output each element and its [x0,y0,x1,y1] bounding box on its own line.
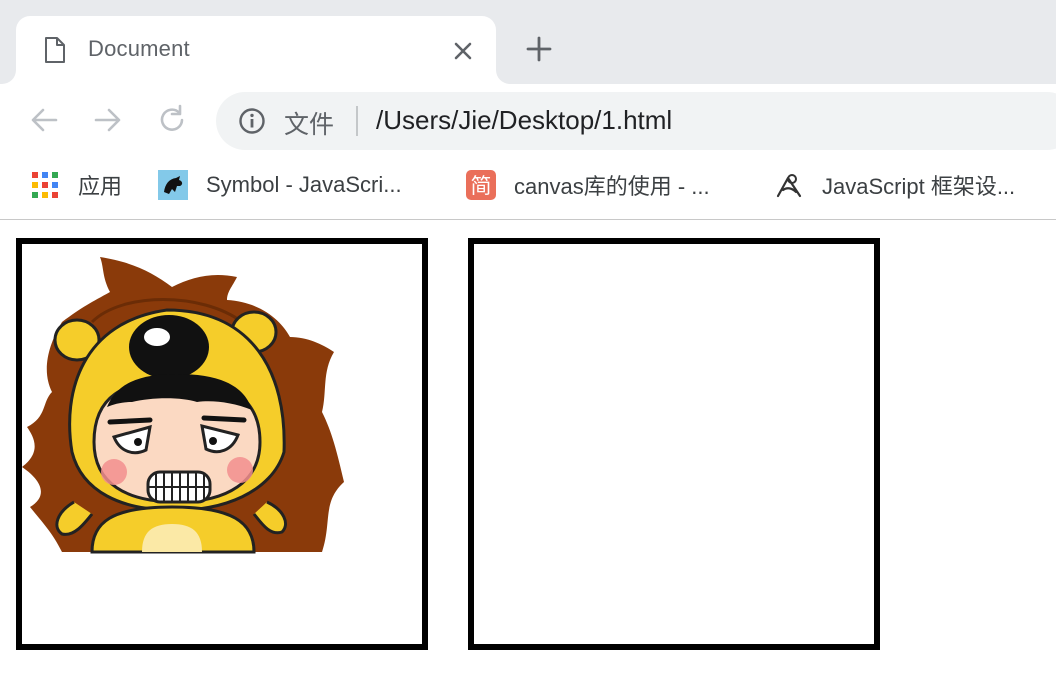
close-icon[interactable] [450,38,476,64]
mdn-dino-icon [158,170,188,200]
address-bar[interactable]: 文件 /Users/Jie/Desktop/1.html [216,92,1056,150]
apps-grid-icon [32,172,58,198]
bookmarks-bar: 应用 Symbol - JavaScri... 简 canvas库的使用 - .… [0,154,1056,220]
cartoon-lion-boy-image [22,257,344,554]
browser-tab[interactable]: Document [16,16,496,84]
source-canvas[interactable] [16,238,428,650]
bookmark-js-framework[interactable]: JavaScript 框架设... [774,168,1015,202]
browser-toolbar: 文件 /Users/Jie/Desktop/1.html [0,84,1056,154]
page-content [0,221,1056,680]
bookmark-canvas[interactable]: 简 canvas库的使用 - ... [466,168,710,202]
bookmark-label: canvas库的使用 - ... [514,174,710,199]
scheme-label: 文件 [284,111,335,139]
back-arrow-icon[interactable] [26,102,62,138]
reload-icon[interactable] [154,102,190,138]
tab-title: Document [88,36,190,61]
document-icon [45,37,65,63]
info-icon[interactable] [238,107,266,135]
forward-arrow-icon[interactable] [90,102,126,138]
target-canvas[interactable] [468,238,880,650]
jianshu-icon: 简 [466,170,496,200]
tab-strip: Document [0,0,1056,84]
bookmark-label: JavaScript 框架设... [822,174,1016,199]
url-text[interactable]: /Users/Jie/Desktop/1.html [376,105,672,136]
bookmark-apps[interactable]: 应用 [30,168,122,202]
new-tab-plus-icon[interactable] [522,32,556,66]
bookmark-symbol-mdn[interactable]: Symbol - JavaScri... [158,168,402,202]
omnibox-divider [356,106,358,136]
framework-logo-icon [776,174,802,198]
svg-text:简: 简 [471,174,492,198]
bookmark-label: 应用 [78,174,123,199]
bookmark-label: Symbol - JavaScri... [206,172,402,197]
